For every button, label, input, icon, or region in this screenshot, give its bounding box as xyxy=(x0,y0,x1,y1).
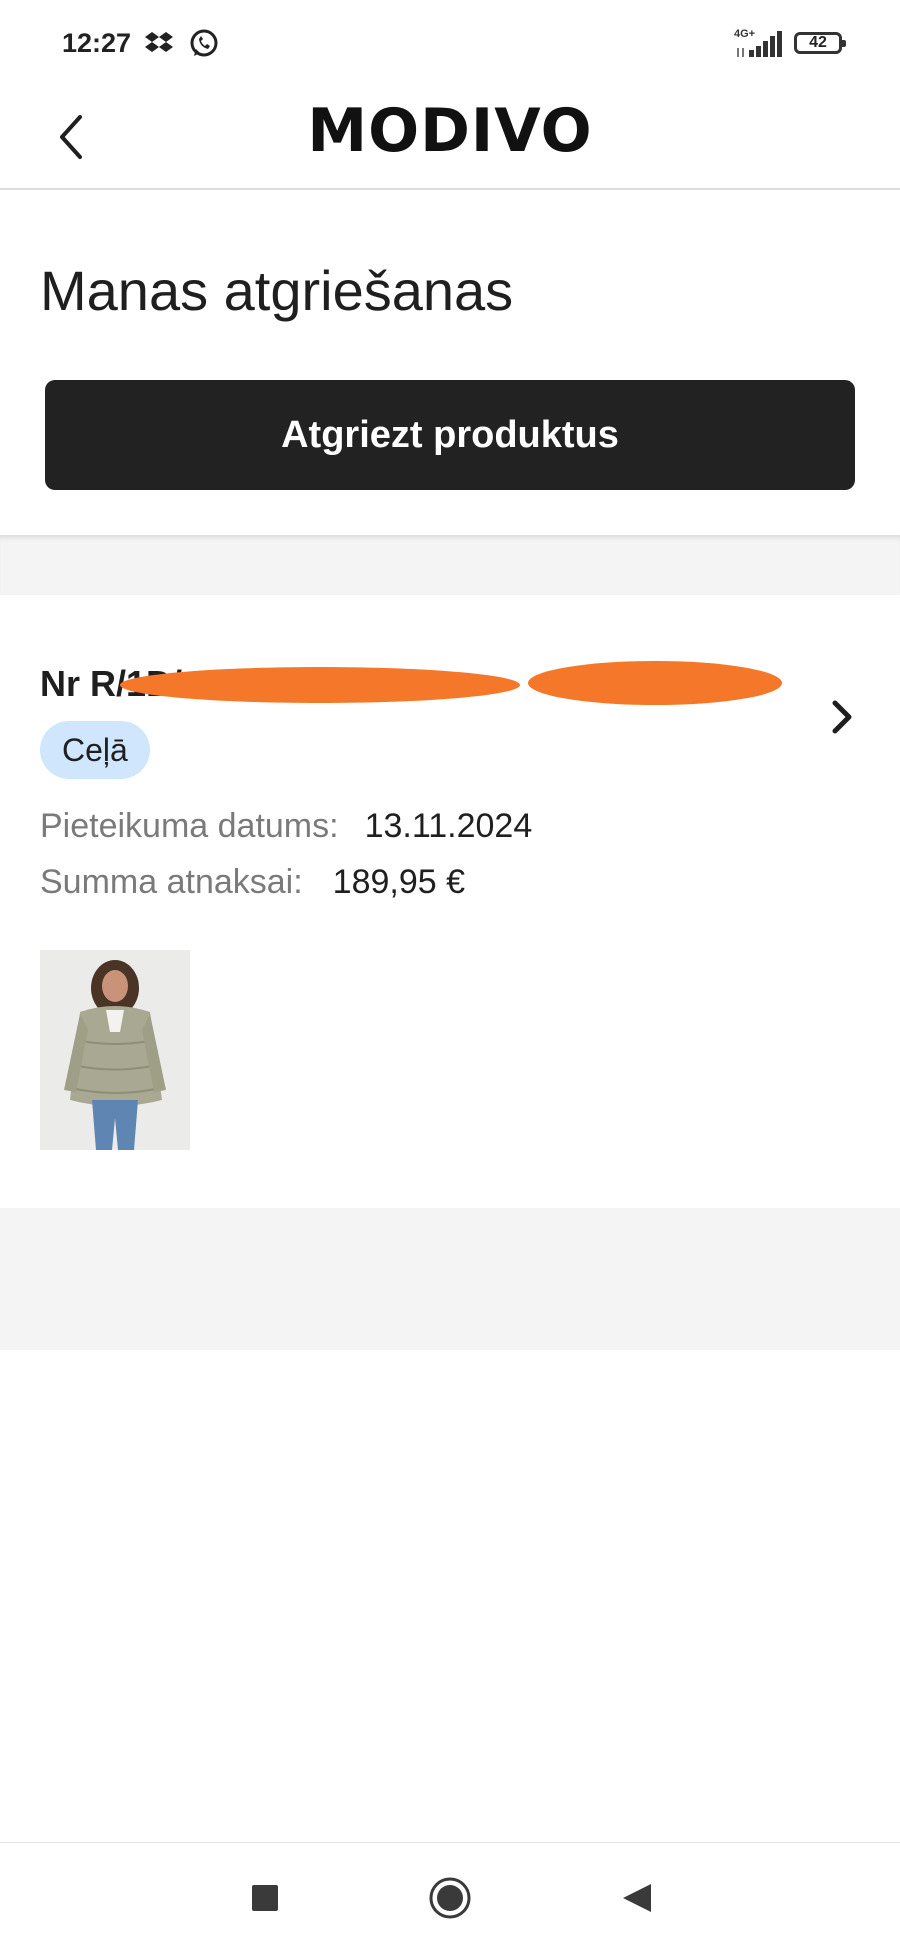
back-icon xyxy=(623,1884,651,1912)
amount-value: 189,95 € xyxy=(332,863,466,901)
home-button[interactable] xyxy=(425,1873,475,1923)
whatsapp-icon xyxy=(188,28,220,65)
redaction-mark xyxy=(120,667,520,703)
amount-row: Summa atnaksai: 189,95 € xyxy=(40,863,465,902)
puffer-jacket-photo xyxy=(40,950,190,1150)
status-bar: 12:27 4G+ 42 xyxy=(0,0,900,90)
app-header: MODIVO xyxy=(0,90,900,190)
empty-area xyxy=(0,1208,900,1350)
redaction-mark xyxy=(528,661,782,705)
return-card[interactable]: Nr R/1D/ Ceļā Pieteikuma datums: 13.11.20… xyxy=(0,595,900,1208)
status-badge: Ceļā xyxy=(40,721,150,779)
date-row: Pieteikuma datums: 13.11.2024 xyxy=(40,807,532,846)
date-value: 13.11.2024 xyxy=(364,807,533,845)
system-nav-bar xyxy=(0,1842,900,1951)
status-time: 12:27 xyxy=(62,28,132,58)
battery-icon: 42 xyxy=(794,32,846,54)
section-divider xyxy=(0,535,900,595)
home-icon xyxy=(429,1877,471,1919)
page-title: Manas atgriešanas xyxy=(40,259,514,322)
product-thumbnail[interactable] xyxy=(40,950,190,1150)
return-products-button[interactable]: Atgriezt produktus xyxy=(45,380,855,490)
signal-icon xyxy=(735,30,785,63)
system-back-button[interactable] xyxy=(612,1873,662,1923)
brand-logo[interactable]: MODIVO xyxy=(0,96,900,166)
recent-apps-button[interactable] xyxy=(240,1873,290,1923)
amount-label: Summa atnaksai: xyxy=(40,863,303,901)
date-label: Pieteikuma datums: xyxy=(40,807,339,845)
chevron-right-icon[interactable] xyxy=(826,697,858,737)
recent-apps-icon xyxy=(252,1885,278,1911)
dropbox-icon xyxy=(144,28,174,63)
